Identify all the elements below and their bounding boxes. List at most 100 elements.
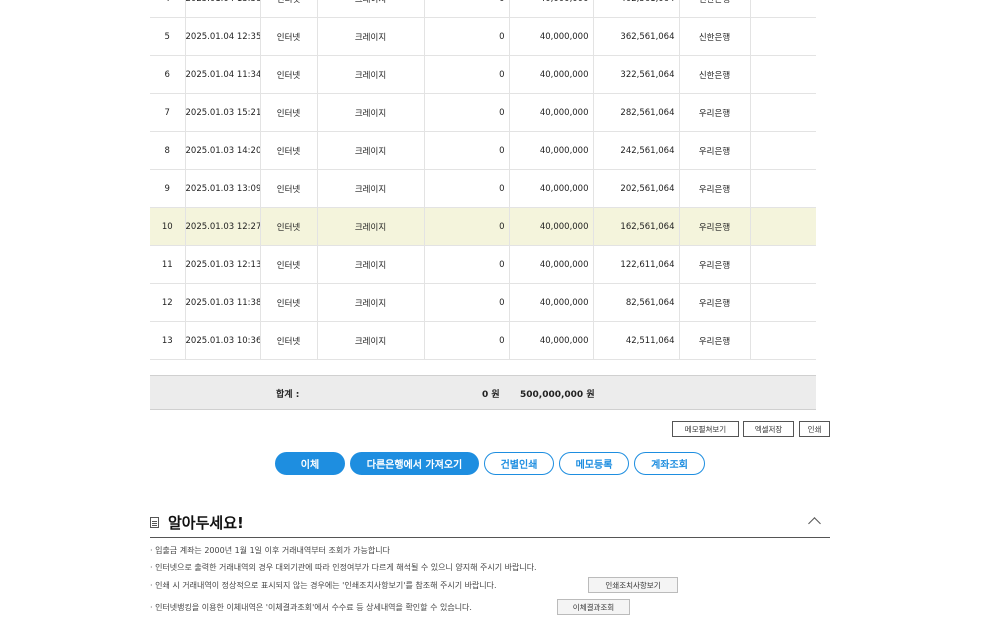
deposit-amount: 40,000,000 [508,321,593,360]
total-deposit: 500,000,000 원 [520,390,595,400]
deposit-amount: 40,000,000 [508,131,593,170]
extra-cell [749,55,816,94]
account-inquiry-button[interactable]: 계좌조회 [634,452,705,475]
table-row[interactable]: 6 2025.01.04 11:34 인터넷 크레이지 0 40,000,000 322,5… [150,55,816,94]
excel-save-button[interactable]: 엑셀저장 [743,421,794,437]
transaction-memo: 크레이지 [316,245,424,284]
deposit-amount: 40,000,000 [508,17,593,56]
balance-amount: 402,561,064 [592,0,679,18]
balance-amount: 362,561,064 [592,17,679,56]
transaction-channel: 인터넷 [259,17,317,56]
row-number: 8 [150,131,185,170]
transaction-channel: 인터넷 [259,131,317,170]
transaction-table: 42025.01.04 13:38인터넷크레이지040,000,000402,5… [150,0,816,360]
table-row[interactable]: 5 2025.01.04 12:35 인터넷 크레이지 0 40,000,000 362,5… [150,17,816,56]
transfer-button[interactable]: 이체 [275,452,345,475]
balance-amount: 322,561,064 [592,55,679,94]
print-button[interactable]: 인쇄 [799,421,830,437]
withdraw-amount: 0 [423,93,509,132]
transaction-channel: 인터넷 [259,93,317,132]
transaction-memo: 크레이지 [316,321,424,360]
memo-expand-button[interactable]: 메모펼쳐보기 [672,421,739,437]
withdraw-amount: 0 [423,169,509,208]
print-guide-button[interactable]: 인쇄조치사항보기 [588,577,678,593]
transaction-datetime: 2025.01.03 15:21 [184,93,260,132]
table-row[interactable]: 12 2025.01.03 11:38 인터넷 크레이지 0 40,000,000 82,5… [150,283,816,322]
extra-cell [749,321,816,360]
table-row[interactable]: 9 2025.01.03 13:09 인터넷 크레이지 0 40,000,000 202,5… [150,169,816,208]
row-number: 10 [150,207,185,246]
print-each-button[interactable]: 건별인쇄 [484,452,554,475]
document-icon [150,517,159,528]
chevron-up-icon[interactable] [808,515,820,527]
bank-name: 우리은행 [678,169,750,208]
row-number: 4 [150,0,185,18]
memo-register-button[interactable]: 메모등록 [559,452,629,475]
row-number: 13 [150,321,185,360]
extra-cell [749,17,816,56]
total-bar: 합계 : 0 원 500,000,000 원 [150,375,816,410]
table-row[interactable]: 13 2025.01.03 10:36 인터넷 크레이지 0 40,000,000 42,5… [150,321,816,360]
transaction-datetime: 2025.01.03 12:27 [184,207,260,246]
transaction-memo: 크레이지 [316,0,424,18]
transaction-datetime: 2025.01.03 14:20 [184,131,260,170]
balance-amount: 82,561,064 [592,283,679,322]
bank-name: 신한은행 [678,55,750,94]
row-number: 11 [150,245,185,284]
bank-name: 우리은행 [678,131,750,170]
balance-amount: 122,611,064 [592,245,679,284]
import-other-bank-button[interactable]: 다른은행에서 가져오기 [350,452,479,475]
withdraw-amount: 0 [423,283,509,322]
notice-item: · 입출금 계좌는 2000년 1월 1일 이후 거래내역부터 조회가 가능합니… [150,546,390,555]
transaction-datetime: 2025.01.03 12:13 [184,245,260,284]
notice-item: · 인터넷뱅킹을 이용한 이체내역은 '이체결과조회'에서 수수료 등 상세내역… [150,603,472,612]
notice-title: 알아두세요! [168,514,244,532]
row-number: 6 [150,55,185,94]
notice-header: 알아두세요! [150,510,830,538]
withdraw-amount: 0 [423,321,509,360]
bank-name: 신한은행 [678,17,750,56]
transaction-channel: 인터넷 [259,55,317,94]
table-row[interactable]: 10 2025.01.03 12:27 인터넷 크레이지 0 40,000,000 162,… [150,207,816,246]
table-row[interactable]: 42025.01.04 13:38인터넷크레이지040,000,000402,5… [150,0,816,18]
balance-amount: 242,561,064 [592,131,679,170]
withdraw-amount: 0 [423,55,509,94]
withdraw-amount: 0 [423,245,509,284]
bank-name: 우리은행 [678,283,750,322]
withdraw-amount: 0 [423,17,509,56]
bank-name: 우리은행 [678,207,750,246]
balance-amount: 42,511,064 [592,321,679,360]
transaction-memo: 크레이지 [316,131,424,170]
notice-item: · 인터넷으로 출력한 거래내역의 경우 대외기관에 따라 인정여부가 다르게 … [150,563,537,572]
transaction-memo: 크레이지 [316,283,424,322]
total-label: 합계 : [276,390,300,400]
extra-cell [749,207,816,246]
withdraw-amount: 0 [423,0,509,18]
withdraw-amount: 0 [423,131,509,170]
transaction-datetime: 2025.01.03 10:36 [184,321,260,360]
bank-name: 우리은행 [678,93,750,132]
table-row[interactable]: 7 2025.01.03 15:21 인터넷 크레이지 0 40,000,000 282,5… [150,93,816,132]
transaction-channel: 인터넷 [259,245,317,284]
notice-item: · 인쇄 시 거래내역이 정상적으로 표시되지 않는 경우에는 '인쇄조치사항보… [150,581,497,590]
extra-cell [749,93,816,132]
deposit-amount: 40,000,000 [508,283,593,322]
extra-cell [749,245,816,284]
transaction-memo: 크레이지 [316,207,424,246]
deposit-amount: 40,000,000 [508,0,593,18]
deposit-amount: 40,000,000 [508,93,593,132]
balance-amount: 282,561,064 [592,93,679,132]
row-number: 5 [150,17,185,56]
table-row[interactable]: 11 2025.01.03 12:13 인터넷 크레이지 0 40,000,000 122,… [150,245,816,284]
balance-amount: 162,561,064 [592,207,679,246]
balance-amount: 202,561,064 [592,169,679,208]
deposit-amount: 40,000,000 [508,207,593,246]
extra-cell [749,169,816,208]
transaction-memo: 크레이지 [316,17,424,56]
deposit-amount: 40,000,000 [508,245,593,284]
transaction-datetime: 2025.01.03 13:09 [184,169,260,208]
deposit-amount: 40,000,000 [508,55,593,94]
transaction-datetime: 2025.01.04 12:35 [184,17,260,56]
transfer-result-button[interactable]: 이체결과조회 [557,599,630,615]
table-row[interactable]: 8 2025.01.03 14:20 인터넷 크레이지 0 40,000,000 242,5… [150,131,816,170]
